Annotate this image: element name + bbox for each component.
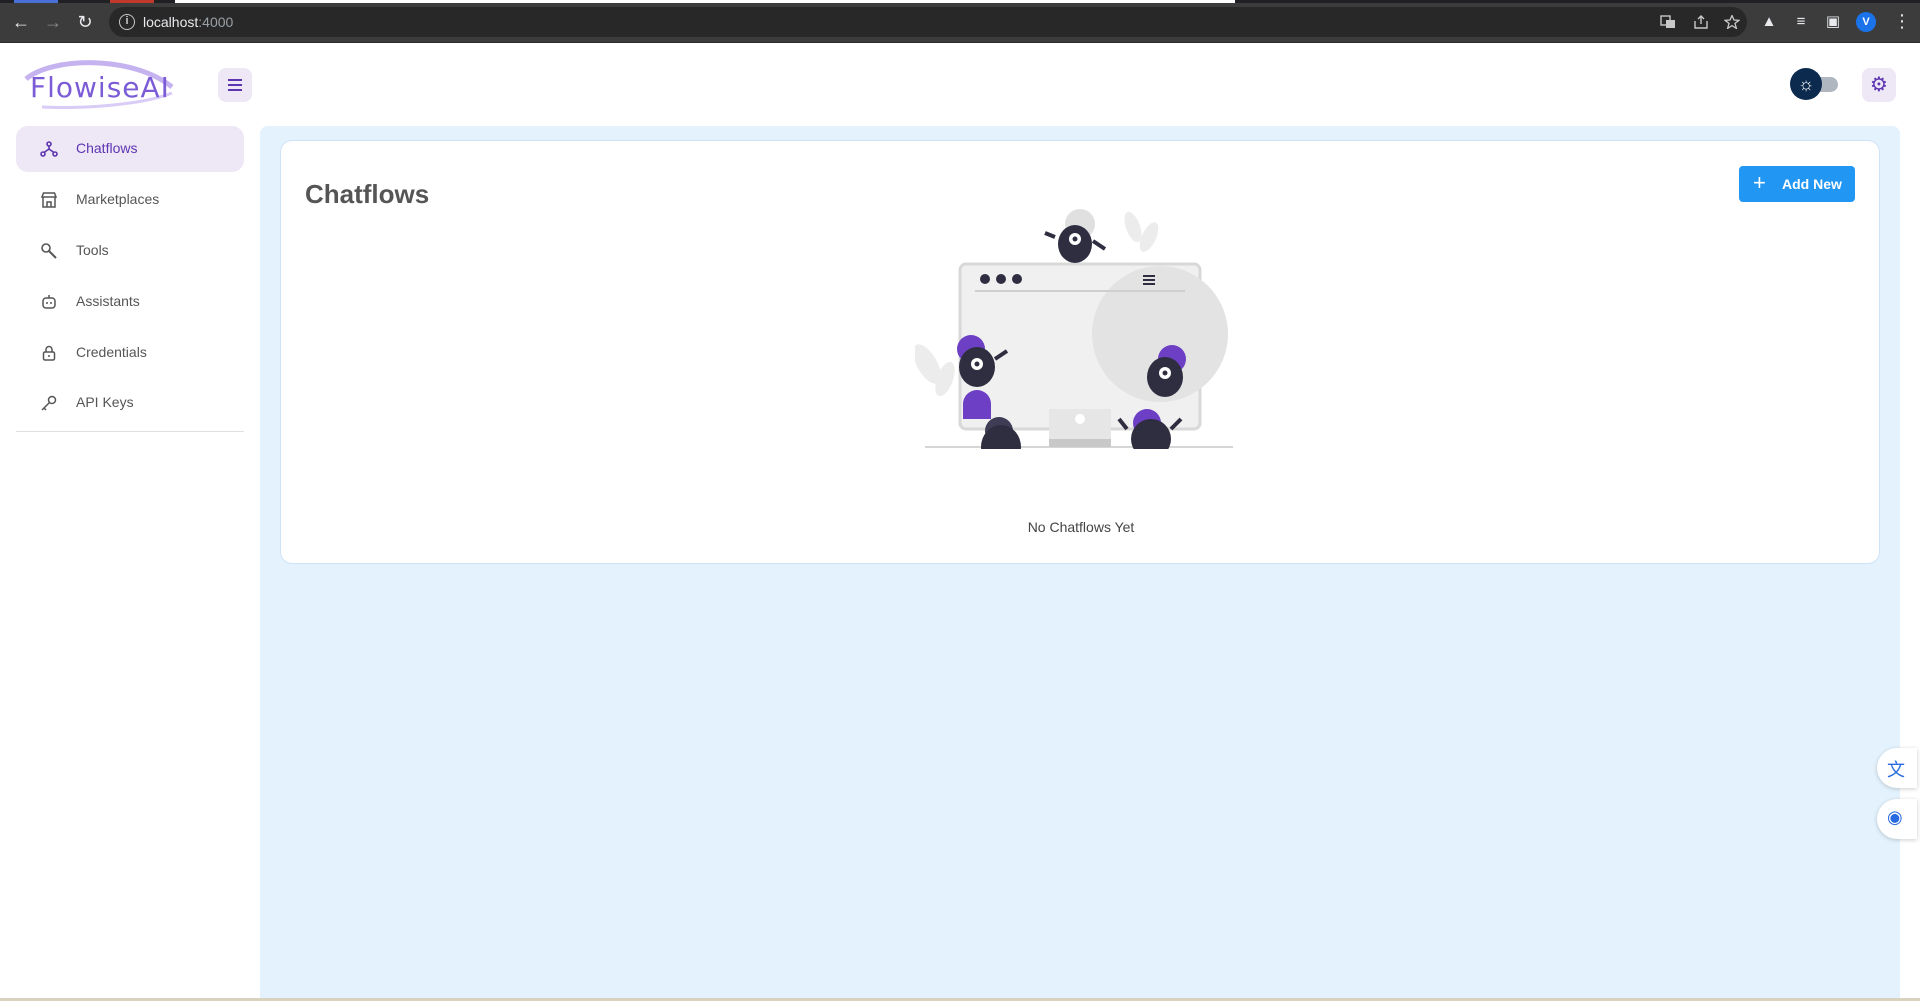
page-title: Chatflows	[305, 179, 430, 209]
sun-icon: ☼	[1790, 68, 1822, 100]
sidebar-item-label: Credentials	[76, 344, 147, 360]
sidebar-item-marketplaces[interactable]: Marketplaces	[16, 177, 244, 223]
sidebar-item-assistants[interactable]: Assistants	[16, 279, 244, 325]
empty-state-message: No Chatflows Yet	[1027, 519, 1135, 535]
chatflows-card: Chatflows + Add New No Chatflows Yet	[280, 140, 1880, 564]
sidebar-item-label: Assistants	[76, 293, 140, 309]
assistant-robot-icon	[42, 295, 56, 309]
back-icon[interactable]: ←	[10, 11, 32, 33]
lock-icon	[42, 345, 56, 361]
logo-text: FlowiseAI	[30, 71, 170, 104]
media-queue-icon[interactable]: ≡	[1792, 13, 1810, 31]
reload-icon[interactable]: ↻	[74, 11, 96, 33]
sidebar-toggle-button[interactable]	[218, 68, 252, 102]
sidebar-divider	[16, 431, 244, 432]
translate-widget-button[interactable]: 文	[1877, 748, 1917, 788]
plus-icon: +	[1753, 170, 1766, 195]
address-bar[interactable]: i localhost:4000	[109, 7, 1747, 37]
sidebar-item-label: Chatflows	[76, 140, 138, 156]
assistant-widget-button[interactable]: ◉	[1877, 799, 1917, 839]
key-icon	[41, 395, 57, 411]
flowise-logo[interactable]: FlowiseAI	[22, 57, 177, 109]
sidebar: Chatflows Marketplaces Tools Assistants …	[0, 126, 260, 1001]
empty-state-illustration	[915, 209, 1233, 449]
tab-strip	[0, 0, 1920, 3]
sidebar-item-label: API Keys	[76, 394, 134, 410]
share-icon[interactable]	[1693, 15, 1709, 29]
forward-icon[interactable]: →	[42, 11, 64, 33]
translate-page-icon[interactable]	[1660, 15, 1676, 29]
app-header: FlowiseAI ☼ ⚙	[0, 43, 1920, 126]
side-panel-icon[interactable]: ▣	[1824, 13, 1842, 31]
profile-avatar[interactable]: V	[1856, 12, 1876, 32]
assistant-face-icon: ◉	[1887, 807, 1903, 827]
sidebar-item-chatflows[interactable]: Chatflows	[16, 126, 244, 172]
site-info-icon[interactable]: i	[119, 14, 135, 30]
marketplace-icon	[40, 192, 58, 208]
translate-icon: 文	[1887, 760, 1905, 780]
main-content: Chatflows + Add New No Chatflows Yet	[260, 126, 1900, 998]
browser-menu-icon[interactable]: ⋮	[1893, 12, 1911, 30]
bookmark-star-icon[interactable]	[1724, 15, 1740, 29]
browser-toolbar: ← → ↻ i localhost:4000 ▲ ≡ ▣ V ⋮	[0, 0, 1920, 43]
extensions-puzzle-icon[interactable]: ▲	[1760, 13, 1778, 31]
tools-icon	[41, 243, 57, 259]
settings-gear-icon[interactable]: ⚙	[1862, 68, 1896, 102]
add-new-label: Add New	[1782, 176, 1842, 192]
dark-mode-toggle[interactable]: ☼	[1790, 68, 1842, 100]
chatflows-icon	[40, 141, 58, 157]
url-text[interactable]: localhost:4000	[143, 14, 233, 30]
add-new-button[interactable]: + Add New	[1739, 166, 1855, 202]
sidebar-item-tools[interactable]: Tools	[16, 228, 244, 274]
sidebar-item-label: Marketplaces	[76, 191, 160, 207]
sidebar-item-api-keys[interactable]: API Keys	[16, 380, 244, 426]
sidebar-item-label: Tools	[76, 242, 109, 258]
sidebar-item-credentials[interactable]: Credentials	[16, 330, 244, 376]
